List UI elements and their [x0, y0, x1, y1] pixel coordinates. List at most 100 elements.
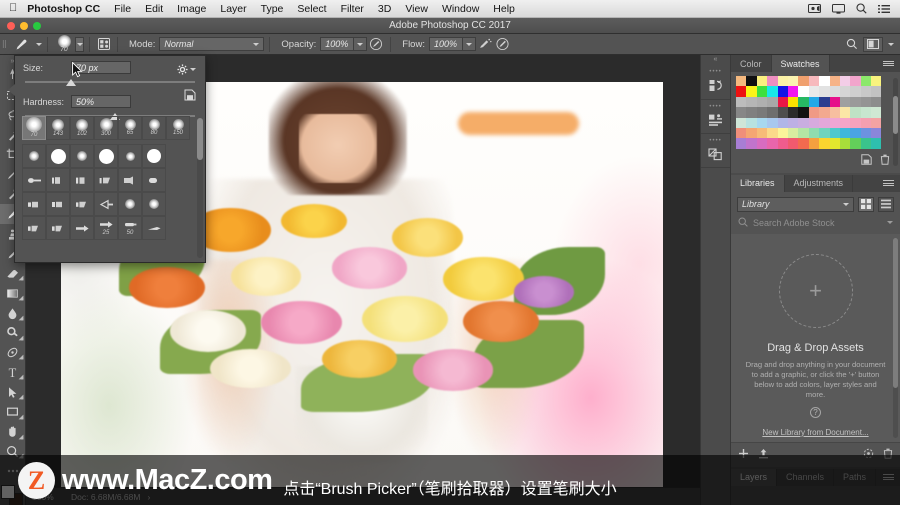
library-scrollbar[interactable] — [893, 237, 898, 438]
minimize-button[interactable] — [20, 21, 28, 30]
dodge-tool[interactable] — [0, 323, 26, 343]
brush-preset-picker-icon[interactable]: 70 — [53, 34, 75, 55]
brush-preset-65[interactable]: 65 — [118, 116, 142, 140]
menu-item-type[interactable]: Type — [261, 3, 284, 15]
flow-dropdown[interactable] — [462, 37, 476, 51]
menu-item-window[interactable]: Window — [442, 3, 479, 15]
drop-zone[interactable]: + — [778, 253, 853, 328]
brush-preset-picker-panel[interactable]: Size: 70 px Hardness: 50% 70 143 102 300… — [8, 55, 206, 263]
brush-thumb-bristle-4[interactable] — [94, 168, 118, 192]
brush-thumb-angled-2[interactable] — [46, 216, 70, 240]
opacity-dropdown[interactable] — [354, 37, 368, 51]
brush-grid-scrollbar[interactable] — [197, 118, 203, 258]
control-center-icon[interactable] — [878, 4, 890, 14]
settings-gear-icon[interactable] — [177, 64, 196, 75]
menu-item-view[interactable]: View — [405, 3, 428, 15]
grid-view-icon[interactable] — [858, 196, 874, 212]
brush-size-input[interactable]: 70 px — [71, 61, 131, 74]
brush-thumb-flat-3[interactable] — [70, 192, 94, 216]
brush-preset-143[interactable]: 143 — [46, 116, 70, 140]
tab-swatches[interactable]: Swatches — [771, 55, 830, 72]
apple-icon[interactable]:  — [9, 3, 17, 14]
library-select[interactable]: Library — [737, 196, 854, 212]
toggle-brush-panel-icon[interactable] — [95, 36, 112, 52]
menu-item-3d[interactable]: 3D — [378, 3, 391, 15]
brush-thumb-flat-1[interactable] — [22, 192, 46, 216]
brush-preset-300[interactable]: 300 — [94, 116, 118, 140]
new-library-from-document-link[interactable]: New Library from Document... — [762, 428, 868, 437]
path-selection-tool[interactable] — [0, 382, 26, 402]
delete-swatch-icon[interactable] — [880, 152, 890, 170]
brush-grid-row-4[interactable]: 25 50 — [22, 216, 198, 240]
brush-preset-80[interactable]: 80 — [142, 116, 166, 140]
menu-item-image[interactable]: Image — [177, 3, 206, 15]
library-empty-state[interactable]: + Drag & Drop Assets Drag and drop anyth… — [731, 233, 900, 442]
brush-thumb-soft-round-small-2[interactable] — [70, 144, 94, 168]
list-view-icon[interactable] — [878, 196, 894, 212]
menu-item-filter[interactable]: Filter — [341, 3, 364, 15]
brush-thumb-bristle-2[interactable] — [46, 168, 70, 192]
brush-thumb-hard-round-med[interactable] — [142, 144, 166, 168]
hand-tool[interactable] — [0, 422, 26, 442]
brush-thumb-fan[interactable] — [94, 192, 118, 216]
new-brush-preset-icon[interactable] — [184, 89, 196, 103]
scrollbar-thumb[interactable] — [893, 96, 898, 134]
tab-adjustments[interactable]: Adjustments — [785, 174, 854, 192]
rectangle-tool[interactable] — [0, 402, 26, 422]
scrollbar-thumb[interactable] — [197, 118, 203, 160]
swatch-scrollbar[interactable] — [893, 78, 898, 166]
spotlight-search-icon[interactable] — [856, 3, 867, 14]
history-panel-icon[interactable]: •••• — [700, 65, 731, 100]
brush-picker-dropdown[interactable] — [75, 36, 84, 52]
brush-thumb-bristle-1[interactable] — [22, 168, 46, 192]
blend-mode-select[interactable]: Normal — [159, 37, 265, 51]
help-icon[interactable]: ? — [810, 406, 821, 418]
close-button[interactable] — [7, 21, 15, 30]
blur-tool[interactable] — [0, 303, 26, 323]
panel-menu-icon[interactable] — [883, 55, 900, 72]
eraser-tool[interactable] — [0, 264, 26, 284]
screen-record-icon[interactable] — [808, 4, 821, 13]
brush-thumb-soft-round-small[interactable] — [22, 144, 46, 168]
brush-thumb-tapered[interactable] — [142, 216, 166, 240]
tablet-pressure-opacity-icon[interactable] — [367, 36, 385, 52]
brush-hardness-input[interactable]: 50% — [71, 95, 131, 108]
brush-size-slider[interactable] — [25, 78, 195, 88]
brush-thumb-arrow-1[interactable] — [70, 216, 94, 240]
brush-preset-25[interactable]: 25 — [94, 216, 118, 240]
brush-grid-row-2[interactable] — [22, 168, 198, 192]
search-input[interactable]: Search Adobe Stock — [753, 218, 879, 228]
brush-thumb-bristle-6[interactable] — [142, 168, 166, 192]
dock-collapse-toggle[interactable]: « — [714, 55, 718, 65]
flow-input[interactable]: 100% — [428, 37, 463, 51]
brush-preset-102[interactable]: 102 — [70, 116, 94, 140]
swatch-grid[interactable] — [731, 72, 900, 166]
brush-preset-grid[interactable]: 70 143 102 300 65 80 150 25 50 — [22, 116, 198, 256]
brush-preset-70[interactable]: 70 — [22, 116, 46, 140]
zoom-button[interactable] — [33, 21, 41, 30]
brush-thumb-angled-1[interactable] — [22, 216, 46, 240]
brush-thumb-soft-round-tiny[interactable] — [118, 144, 142, 168]
swatch-row[interactable] — [736, 86, 895, 97]
menu-item-help[interactable]: Help — [493, 3, 515, 15]
brush-thumb-bristle-3[interactable] — [70, 168, 94, 192]
airbrush-icon[interactable] — [476, 36, 494, 52]
brush-thumb-soft-round-3[interactable] — [118, 192, 142, 216]
type-tool[interactable]: T — [0, 362, 26, 382]
opacity-input[interactable]: 100% — [320, 37, 355, 51]
chevron-down-icon[interactable] — [887, 221, 893, 225]
swatch-row[interactable] — [736, 138, 895, 149]
smoothing-icon[interactable] — [494, 36, 512, 52]
brush-thumb-flat-2[interactable] — [46, 192, 70, 216]
menu-item-edit[interactable]: Edit — [145, 3, 163, 15]
swatch-row[interactable] — [736, 76, 895, 87]
panel-menu-icon[interactable] — [883, 175, 900, 192]
scrollbar-thumb[interactable] — [893, 237, 898, 388]
search-icon[interactable] — [843, 36, 861, 52]
adobe-stock-search[interactable]: Search Adobe Stock — [731, 217, 900, 234]
menu-item-layer[interactable]: Layer — [220, 3, 246, 15]
tab-libraries[interactable]: Libraries — [731, 174, 785, 192]
plus-icon[interactable]: + — [809, 278, 822, 304]
brush-thumb-hard-round-large-2[interactable] — [94, 144, 118, 168]
brush-thumb-soft-round-4[interactable] — [142, 192, 166, 216]
